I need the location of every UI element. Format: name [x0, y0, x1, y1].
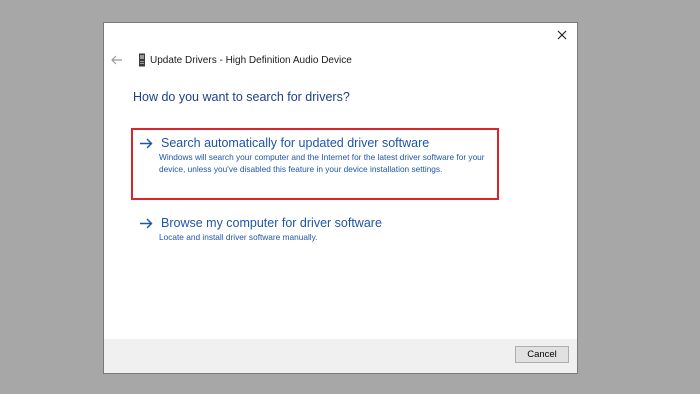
close-icon [557, 30, 567, 40]
update-drivers-dialog: Update Drivers - High Definition Audio D… [103, 22, 578, 374]
audio-device-icon [138, 53, 146, 67]
search-automatically-option[interactable]: Search automatically for updated driver … [139, 136, 509, 175]
dialog-footer: Cancel [104, 339, 577, 373]
browse-computer-option[interactable]: Browse my computer for driver software L… [139, 216, 509, 244]
option-title: Browse my computer for driver software [161, 216, 382, 230]
arrow-right-icon [139, 137, 155, 149]
window-title: Update Drivers - High Definition Audio D… [150, 54, 352, 66]
option-description: Locate and install driver software manua… [159, 232, 318, 242]
close-button[interactable] [551, 25, 573, 45]
option-title: Search automatically for updated driver … [161, 136, 430, 150]
back-arrow-icon [111, 55, 122, 65]
page-heading: How do you want to search for drivers? [133, 90, 350, 104]
arrow-right-icon [139, 217, 155, 229]
cancel-button[interactable]: Cancel [515, 346, 569, 363]
option-description: Windows will search your computer and th… [159, 152, 485, 174]
dialog-header: Update Drivers - High Definition Audio D… [110, 51, 352, 69]
back-button[interactable] [110, 53, 124, 67]
